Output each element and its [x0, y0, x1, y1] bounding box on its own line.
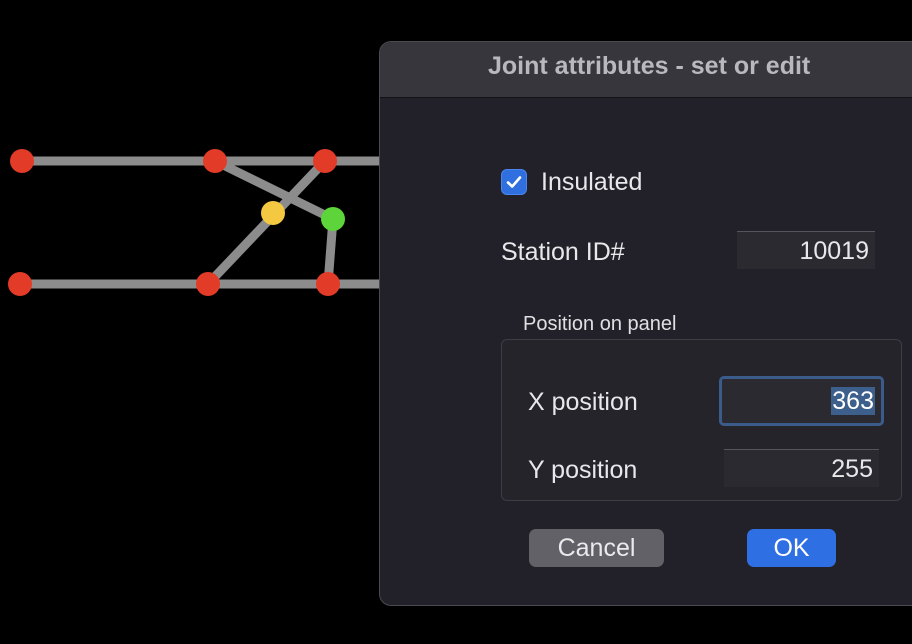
joint-yellow[interactable]: [261, 201, 285, 225]
joint-attributes-dialog: Joint attributes - set or edit Insulated…: [379, 41, 912, 606]
cancel-button[interactable]: Cancel: [529, 529, 664, 567]
insulated-checkbox[interactable]: [501, 169, 527, 195]
dialog-title: Joint attributes - set or edit: [488, 52, 811, 80]
joint-green[interactable]: [321, 207, 345, 231]
joint-red[interactable]: [313, 149, 337, 173]
station-id-label: Station ID#: [501, 238, 625, 266]
joint-red[interactable]: [8, 272, 32, 296]
position-group-label: Position on panel: [523, 313, 677, 335]
station-id-field[interactable]: 10019: [737, 231, 875, 269]
joint-red[interactable]: [316, 272, 340, 296]
ok-button[interactable]: OK: [747, 529, 836, 567]
y-position-label: Y position: [528, 456, 638, 484]
track-panel: Joint attributes - set or edit Insulated…: [0, 0, 912, 644]
x-position-label: X position: [528, 388, 638, 416]
insulated-label: Insulated: [541, 168, 643, 196]
joint-red[interactable]: [196, 272, 220, 296]
joint-red[interactable]: [10, 149, 34, 173]
checkmark-icon: [506, 176, 522, 188]
joint-red[interactable]: [203, 149, 227, 173]
x-position-value: 363: [831, 387, 875, 415]
dialog-titlebar[interactable]: Joint attributes - set or edit: [380, 42, 912, 98]
y-position-field[interactable]: 255: [724, 449, 879, 487]
x-position-field[interactable]: 363: [719, 376, 884, 426]
